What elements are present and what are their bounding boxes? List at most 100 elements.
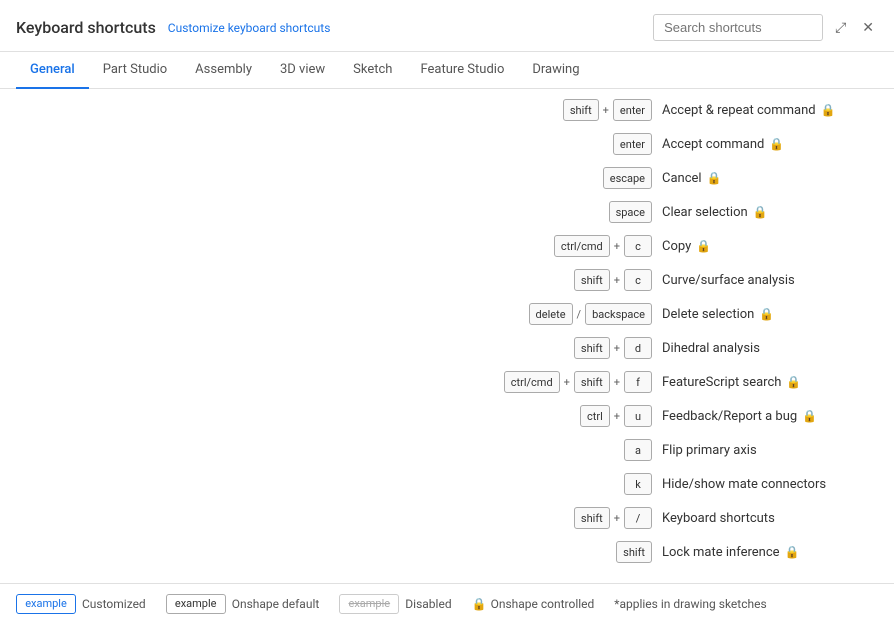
- key-badge: c: [624, 235, 652, 257]
- key-badge: shift: [574, 371, 610, 393]
- legend-customized: example Customized: [16, 594, 146, 614]
- key-separator: +: [612, 376, 622, 389]
- action-label: Clear selection🔒: [662, 205, 862, 220]
- key-badge: enter: [613, 99, 652, 121]
- shortcut-keys: delete/backspace: [492, 303, 652, 325]
- key-badge: a: [624, 439, 652, 461]
- shortcut-row: space Clear selection🔒: [0, 195, 894, 229]
- key-badge: escape: [603, 167, 652, 189]
- shortcut-keys: ctrl+u: [492, 405, 652, 427]
- shortcut-row: ctrl/cmd+c Copy🔒: [0, 229, 894, 263]
- close-button[interactable]: ✕: [858, 17, 878, 38]
- tab-part-studio[interactable]: Part Studio: [89, 52, 181, 89]
- lock-icon: 🔒: [707, 171, 722, 185]
- content-area: shift+enterAccept & repeat command🔒enter…: [0, 89, 894, 583]
- shortcut-row: ctrl/cmd+shift+f FeatureScript search🔒: [0, 365, 894, 399]
- legend-customized-label: Customized: [82, 597, 146, 611]
- tab-3d-view[interactable]: 3D view: [266, 52, 339, 89]
- shortcut-row: delete/backspace Delete selection🔒: [0, 297, 894, 331]
- shortcut-keys: a: [492, 439, 652, 461]
- legend-default: example Onshape default: [166, 594, 320, 614]
- footer: example Customized example Onshape defau…: [0, 583, 894, 623]
- action-label: Flip primary axis: [662, 443, 862, 458]
- shortcut-keys: ctrl/cmd+shift+f: [492, 371, 652, 393]
- shortcut-keys: shift+c: [492, 269, 652, 291]
- key-badge: backspace: [585, 303, 652, 325]
- shortcut-keys: k: [492, 473, 652, 495]
- tab-feature-studio[interactable]: Feature Studio: [406, 52, 518, 89]
- key-badge: shift: [563, 99, 599, 121]
- header-right: ⤢ ✕: [653, 14, 878, 41]
- lock-icon: 🔒: [785, 545, 800, 559]
- tab-drawing[interactable]: Drawing: [518, 52, 593, 89]
- action-label: Delete selection🔒: [662, 307, 862, 322]
- key-badge: space: [609, 201, 652, 223]
- lock-icon: 🔒: [786, 375, 801, 389]
- action-label: FeatureScript search🔒: [662, 375, 862, 390]
- shortcut-row: shift+enter Accept & repeat command🔒: [0, 93, 894, 127]
- tab-sketch[interactable]: Sketch: [339, 52, 406, 89]
- customize-link[interactable]: Customize keyboard shortcuts: [168, 21, 331, 35]
- lock-icon: 🔒: [802, 409, 817, 423]
- header: Keyboard shortcuts Customize keyboard sh…: [0, 0, 894, 52]
- key-badge: shift: [574, 337, 610, 359]
- action-label: Curve/surface analysis: [662, 273, 862, 288]
- shortcut-keys: shift+enter: [492, 99, 652, 121]
- shortcut-row: escape Cancel🔒: [0, 161, 894, 195]
- action-label: Hide/show mate connectors: [662, 477, 862, 492]
- legend-controlled-label: Onshape controlled: [491, 597, 595, 611]
- shortcut-row: shift+c Curve/surface analysis: [0, 263, 894, 297]
- key-badge: /: [624, 507, 652, 529]
- shortcut-row: shift+d Dihedral analysis: [0, 331, 894, 365]
- action-label: Cancel🔒: [662, 171, 862, 186]
- shortcut-keys: space: [492, 201, 652, 223]
- legend-key-default: example: [166, 594, 226, 614]
- header-left: Keyboard shortcuts Customize keyboard sh…: [16, 18, 330, 37]
- shortcut-row: k Hide/show mate connectors: [0, 467, 894, 501]
- lock-icon: 🔒: [696, 239, 711, 253]
- expand-button[interactable]: ⤢: [831, 17, 850, 38]
- action-label: Feedback/Report a bug🔒: [662, 409, 862, 424]
- lock-icon-footer: 🔒: [472, 597, 487, 611]
- action-label: Accept command🔒: [662, 137, 862, 152]
- key-badge: shift: [616, 541, 652, 563]
- action-label: Dihedral analysis: [662, 341, 862, 356]
- lock-icon: 🔒: [821, 103, 836, 117]
- key-badge: delete: [529, 303, 573, 325]
- key-separator: /: [575, 308, 584, 321]
- shortcut-row: enter Accept command🔒: [0, 127, 894, 161]
- tab-general[interactable]: General: [16, 52, 89, 89]
- shortcut-row: ctrl+u Feedback/Report a bug🔒: [0, 399, 894, 433]
- key-badge: f: [624, 371, 652, 393]
- key-separator: +: [562, 376, 572, 389]
- legend-key-customized: example: [16, 594, 76, 614]
- legend-controlled: 🔒 Onshape controlled: [472, 597, 595, 611]
- key-badge: u: [624, 405, 652, 427]
- shortcut-keys: ctrl/cmd+c: [492, 235, 652, 257]
- key-badge: enter: [613, 133, 652, 155]
- page-title: Keyboard shortcuts: [16, 18, 156, 37]
- key-badge: d: [624, 337, 652, 359]
- shortcut-keys: shift+d: [492, 337, 652, 359]
- key-badge: shift: [574, 269, 610, 291]
- tab-assembly[interactable]: Assembly: [181, 52, 266, 89]
- lock-icon: 🔒: [769, 137, 784, 151]
- tabs-bar: General Part Studio Assembly 3D view Ske…: [0, 52, 894, 89]
- legend-key-disabled: example: [339, 594, 399, 614]
- asterisk-note: *applies in drawing sketches: [614, 597, 766, 611]
- search-input[interactable]: [653, 14, 823, 41]
- shortcut-keys: enter: [492, 133, 652, 155]
- action-label: Lock mate inference🔒: [662, 545, 862, 560]
- lock-icon: 🔒: [759, 307, 774, 321]
- key-separator: +: [601, 104, 611, 117]
- legend-default-label: Onshape default: [232, 597, 320, 611]
- action-label: Keyboard shortcuts: [662, 511, 862, 526]
- key-badge: shift: [574, 507, 610, 529]
- action-label: Accept & repeat command🔒: [662, 103, 862, 118]
- key-separator: +: [612, 240, 622, 253]
- key-separator: +: [612, 274, 622, 287]
- shortcut-keys: escape: [492, 167, 652, 189]
- legend-disabled: example Disabled: [339, 594, 451, 614]
- action-label: Copy🔒: [662, 239, 862, 254]
- lock-icon: 🔒: [753, 205, 768, 219]
